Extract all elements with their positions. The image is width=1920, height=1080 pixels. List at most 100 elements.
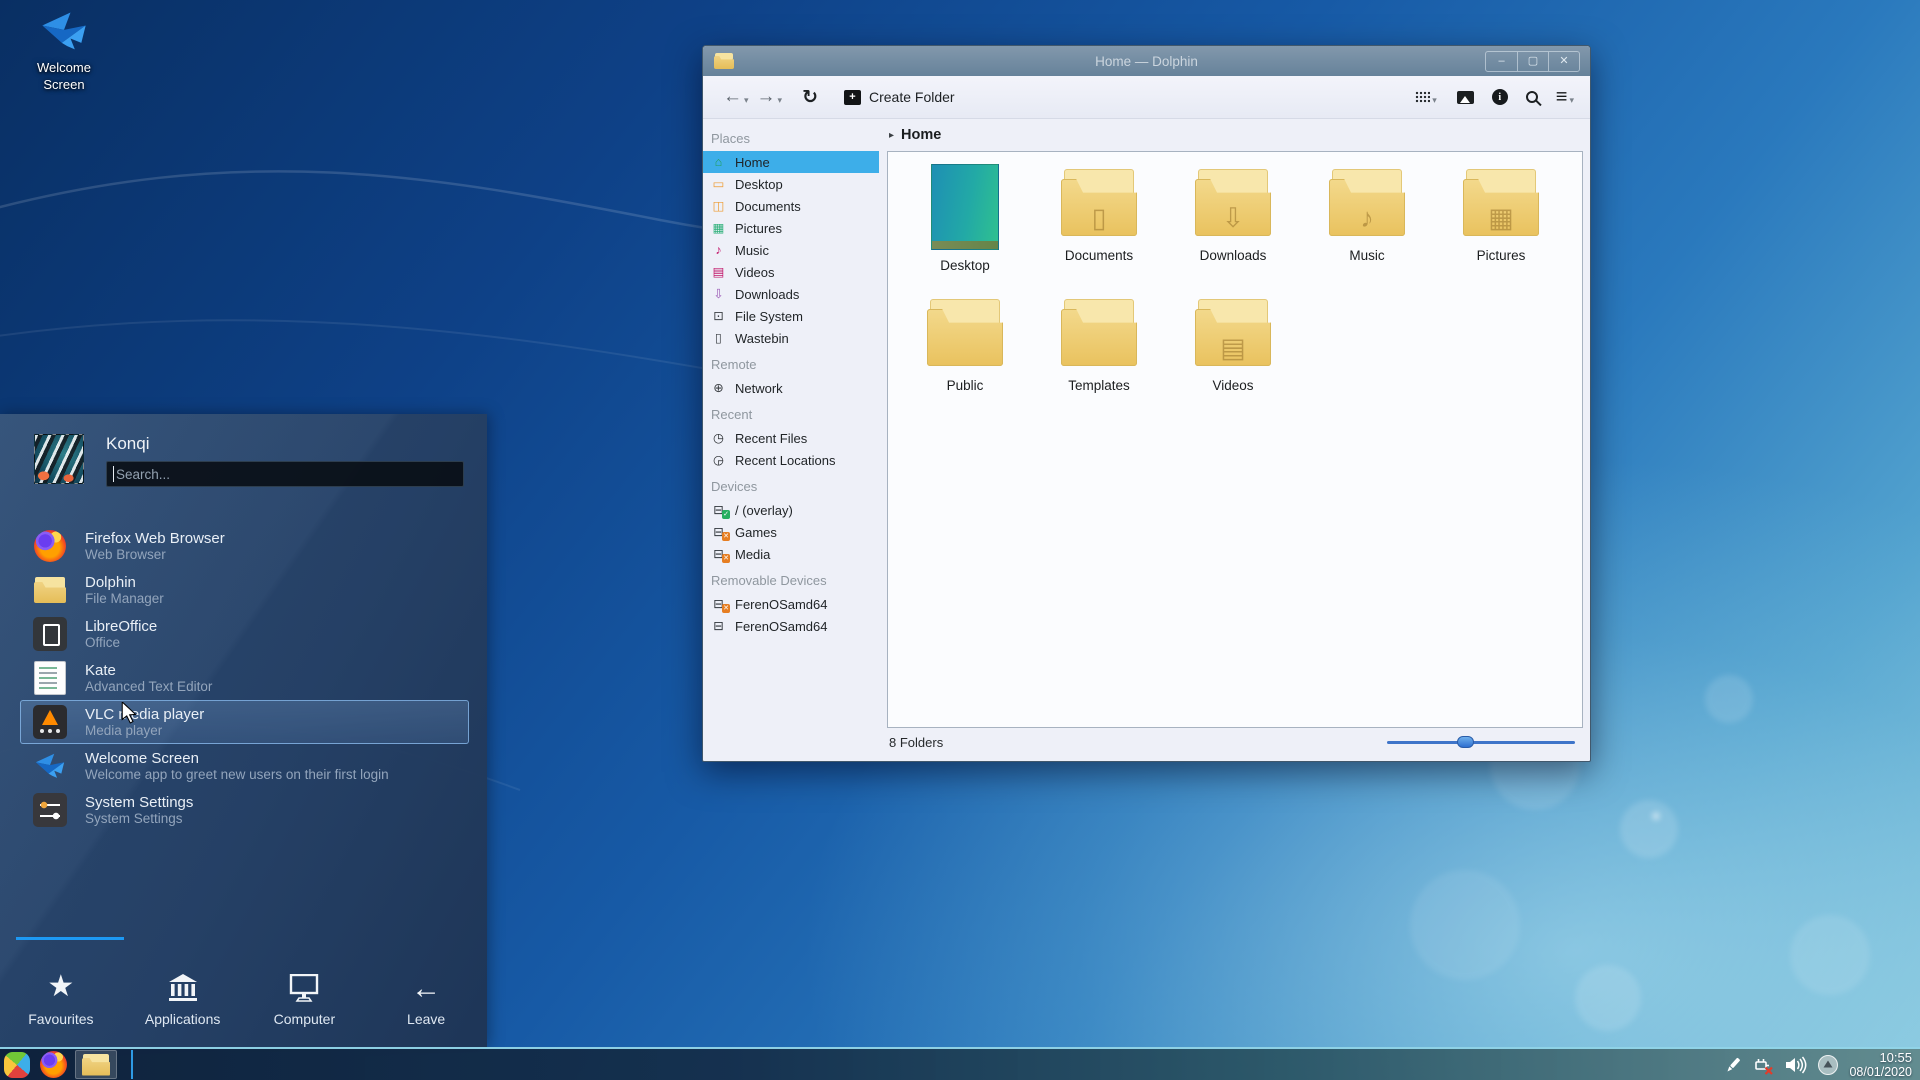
app-item-kate[interactable]: Kate Advanced Text Editor (20, 656, 469, 700)
close-button[interactable]: ✕ (1548, 52, 1579, 71)
sidebar-item-ferenos-1[interactable]: ⊟ ✕ FerenOSamd64 (703, 593, 879, 615)
sidebar-item-recent-locations[interactable]: ◶ Recent Locations (703, 449, 879, 471)
dolphin-icon (33, 576, 67, 604)
app-item-vlc[interactable]: VLC media player Media player (20, 700, 469, 744)
app-item-libreoffice[interactable]: LibreOffice Office (20, 612, 469, 656)
tab-computer[interactable]: Computer (244, 970, 366, 1027)
sidebar-item-recent-files[interactable]: ◷ Recent Files (703, 427, 879, 449)
titlebar[interactable]: Home — Dolphin – ▢ ✕ (703, 46, 1590, 76)
firefox-taskbar-icon[interactable] (40, 1051, 67, 1078)
information-button[interactable]: i (1491, 89, 1508, 105)
sidebar-item-games[interactable]: ⊟ ✕ Games (703, 521, 879, 543)
tab-applications[interactable]: Applications (122, 970, 244, 1027)
sidebar-item-media[interactable]: ⊟ ✕ Media (703, 543, 879, 565)
app-launcher-button[interactable] (4, 1051, 30, 1078)
menu-button[interactable]: ≡ ▾ (1556, 87, 1576, 107)
desktop-icon-glyph: ▭ (712, 176, 725, 191)
window-title: Home — Dolphin (1095, 53, 1198, 69)
sidebar-item-pictures[interactable]: ▦ Pictures (703, 217, 879, 239)
sidebar-item-downloads[interactable]: ⇩ Downloads (703, 283, 879, 305)
folder-item-templates[interactable]: Templates (1032, 292, 1166, 422)
section-header: Devices (711, 479, 758, 494)
refresh-button[interactable]: ↻ (802, 86, 818, 109)
forward-button[interactable]: → ▾ (751, 86, 785, 108)
app-item-welcome-screen[interactable]: Welcome Screen Welcome app to greet new … (20, 744, 469, 788)
firefox-icon (34, 530, 66, 562)
app-item-dolphin[interactable]: Dolphin File Manager (20, 568, 469, 612)
folder-view[interactable]: Desktop ▯ Documents ⇩ Downloads ♪ Music … (887, 151, 1583, 728)
back-button[interactable]: ← ▾ (717, 86, 751, 108)
maximize-button[interactable]: ▢ (1517, 52, 1548, 71)
sidebar-item-network[interactable]: ⊕ Network (703, 377, 879, 399)
bokeh-circle (1410, 870, 1520, 980)
bokeh-circle (1620, 800, 1678, 858)
back-icon: ← (723, 86, 742, 107)
new-folder-icon: + (843, 89, 861, 105)
search-button[interactable] (1525, 91, 1538, 103)
welcome-bird-icon (35, 753, 65, 778)
status-bar: 8 Folders (887, 728, 1583, 756)
desktop: Welcome Screen Home — Dolphin – ▢ ✕ ← ▾ … (0, 0, 1920, 1080)
folder-icon (81, 1053, 111, 1077)
view-mode-button[interactable]: ▾ (1415, 89, 1439, 106)
folder-item-videos[interactable]: ▤ Videos (1166, 292, 1300, 422)
slider-track (1387, 741, 1575, 744)
mounted-badge: ✓ (722, 510, 730, 520)
folder-item-desktop[interactable]: Desktop (898, 162, 1032, 292)
sidebar-item-documents[interactable]: ◫ Documents (703, 195, 879, 217)
sidebar-item-file-system[interactable]: ⊡ File System (703, 305, 879, 327)
bokeh-dot (1652, 812, 1660, 820)
folder-icon: ▤ (1191, 296, 1275, 370)
search-input[interactable] (115, 466, 457, 482)
sidebar-item-desktop[interactable]: ▭ Desktop (703, 173, 879, 195)
create-folder-button[interactable]: + Create Folder (843, 89, 955, 105)
sidebar-item-music[interactable]: ♪ Music (703, 239, 879, 261)
tab-leave[interactable]: ← Leave (365, 970, 487, 1028)
preview-toggle-button[interactable] (1456, 90, 1474, 104)
breadcrumb[interactable]: ▸ Home (887, 119, 1583, 151)
desktop-icon-label: Welcome Screen (37, 60, 91, 92)
folder-item-downloads[interactable]: ⇩ Downloads (1166, 162, 1300, 292)
section-header: Remote (711, 357, 757, 372)
documents-icon: ◫ (712, 198, 725, 213)
sidebar-item-ferenos-2[interactable]: ⊟ FerenOSamd64 (703, 615, 879, 637)
launcher-tabs: ★ Favourites Applications Computer ← Lea… (0, 970, 487, 1028)
desktop-icon-welcome-screen[interactable]: Welcome Screen (16, 10, 112, 93)
app-item-firefox[interactable]: Firefox Web Browser Web Browser (20, 524, 469, 568)
task-separator (131, 1050, 133, 1079)
folder-item-pictures[interactable]: ▦ Pictures (1434, 162, 1568, 292)
sidebar-item-home[interactable]: ⌂ Home (703, 151, 879, 173)
dolphin-task-button[interactable] (75, 1050, 117, 1079)
star-icon: ★ (47, 970, 75, 1003)
folder-item-music[interactable]: ♪ Music (1300, 162, 1434, 292)
digital-clock[interactable]: 10:55 08/01/2020 (1849, 1050, 1912, 1079)
user-avatar[interactable] (34, 434, 84, 484)
section-header: Places (711, 131, 751, 146)
tab-favourites[interactable]: ★ Favourites (0, 970, 122, 1028)
sidebar-item-wastebin[interactable]: ▯ Wastebin (703, 327, 879, 349)
network-icon: ⊕ (713, 380, 724, 395)
active-tab-indicator (16, 937, 124, 940)
folder-item-public[interactable]: Public (898, 292, 1032, 422)
home-icon: ⌂ (714, 154, 723, 169)
applications-building-icon (168, 974, 197, 1001)
folder-item-documents[interactable]: ▯ Documents (1032, 162, 1166, 292)
volume-icon[interactable] (1785, 1055, 1807, 1075)
sidebar-item-overlay[interactable]: ⊟ ✓ / (overlay) (703, 499, 879, 521)
app-item-system-settings[interactable]: System Settings System Settings (20, 788, 469, 832)
music-icon: ♪ (715, 242, 722, 257)
expand-tray-icon[interactable] (1817, 1054, 1839, 1076)
dolphin-window: Home — Dolphin – ▢ ✕ ← ▾ → ▾ ↻ + Create … (702, 45, 1591, 762)
breadcrumb-home[interactable]: Home (901, 127, 941, 143)
minimize-button[interactable]: – (1486, 52, 1517, 71)
zoom-slider[interactable] (1387, 735, 1575, 749)
chevron-down-icon: ▾ (777, 94, 783, 105)
slider-handle[interactable] (1456, 736, 1474, 748)
network-disconnected-icon[interactable] (1753, 1055, 1775, 1075)
folder-icon: ▦ (1459, 166, 1543, 240)
sidebar-item-videos[interactable]: ▤ Videos (703, 261, 879, 283)
breadcrumb-arrow-icon: ▸ (889, 129, 895, 141)
search-box[interactable] (106, 461, 464, 487)
stylus-tray-icon[interactable] (1723, 1055, 1743, 1075)
pictures-icon: ▦ (712, 220, 725, 235)
